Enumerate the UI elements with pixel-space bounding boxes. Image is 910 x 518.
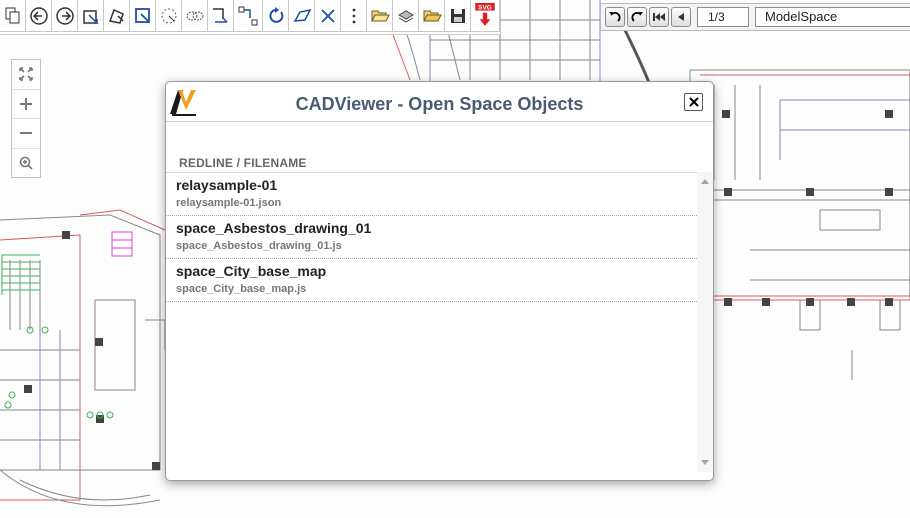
rotate-icon xyxy=(268,6,283,23)
previous-page-button[interactable] xyxy=(671,7,691,27)
list-item[interactable]: relaysample-01 relaysample-01.json xyxy=(166,173,697,216)
open-file-icon xyxy=(422,10,442,21)
zoom-extents-icon xyxy=(19,67,33,82)
item-title: space_City_base_map xyxy=(176,263,327,279)
item-title: relaysample-01 xyxy=(176,177,278,193)
circle-select-icon xyxy=(161,8,176,23)
undo-button[interactable] xyxy=(605,7,625,27)
copy-icon xyxy=(5,7,19,23)
column-header: REDLINE / FILENAME xyxy=(179,156,307,170)
back-button[interactable] xyxy=(25,0,52,32)
layout-select[interactable]: ModelSpace xyxy=(755,7,910,27)
svg-badge-text: SVG xyxy=(478,4,492,11)
page-number-field[interactable]: 1/3 xyxy=(697,7,749,27)
rotate-button[interactable] xyxy=(262,0,289,32)
zoom-window-control[interactable] xyxy=(12,149,40,178)
first-page-icon xyxy=(653,13,665,21)
eraser-button[interactable] xyxy=(288,0,315,32)
back-icon xyxy=(29,6,48,25)
scroll-down-icon[interactable] xyxy=(701,460,709,465)
redo-icon xyxy=(631,12,643,22)
layers-icon xyxy=(397,9,414,23)
clear-button[interactable] xyxy=(314,0,341,32)
list-scrollbar[interactable] xyxy=(697,172,713,472)
clear-icon xyxy=(320,8,335,23)
previous-page-icon xyxy=(678,13,684,21)
undo-icon xyxy=(609,12,621,22)
rectangle-select-icon xyxy=(212,7,228,23)
svg-download-icon: SVG xyxy=(475,2,495,26)
list-item[interactable]: space_City_base_map space_City_base_map.… xyxy=(166,259,697,302)
more-icon xyxy=(352,8,355,23)
forward-button[interactable] xyxy=(51,0,78,32)
zoom-window-icon xyxy=(134,7,150,23)
cloud-button[interactable] xyxy=(181,0,208,32)
main-toolbar: SVG xyxy=(0,0,500,35)
move-button[interactable] xyxy=(233,0,263,32)
zoom-out-control[interactable] xyxy=(12,119,40,149)
space-objects-list: relaysample-01 relaysample-01.json space… xyxy=(166,172,697,473)
zoom-in-icon xyxy=(20,97,32,110)
copy-button[interactable] xyxy=(0,0,26,32)
close-button[interactable] xyxy=(684,93,703,111)
forward-icon xyxy=(55,6,74,25)
more-button[interactable] xyxy=(340,0,367,32)
circle-select-button[interactable] xyxy=(155,0,182,32)
pan-button[interactable] xyxy=(103,0,130,32)
redo-button[interactable] xyxy=(627,7,647,27)
zoom-window-icon xyxy=(19,156,33,170)
save-button[interactable] xyxy=(444,0,471,32)
zoom-window-button[interactable] xyxy=(129,0,156,32)
eraser-icon xyxy=(293,8,311,22)
item-filename: space_City_base_map.js xyxy=(176,283,307,295)
open-folder-button[interactable] xyxy=(366,0,393,32)
zoom-controls xyxy=(11,59,41,178)
move-icon xyxy=(238,6,258,25)
zoom-in-control[interactable] xyxy=(12,90,40,119)
page-navigation-bar: 1/3 ModelSpace xyxy=(600,3,910,31)
first-page-button[interactable] xyxy=(649,7,669,27)
item-title: space_Asbestos_drawing_01 xyxy=(176,220,372,236)
zoom-extents-button[interactable] xyxy=(77,0,104,32)
title-divider xyxy=(166,121,713,122)
pan-icon xyxy=(108,8,124,24)
item-filename: relaysample-01.json xyxy=(176,197,282,209)
dialog-title: CADViewer - Open Space Objects xyxy=(295,94,584,114)
zoom-out-icon xyxy=(20,132,32,135)
zoom-extents-icon xyxy=(82,9,99,24)
cloud-icon xyxy=(186,11,203,20)
item-filename: space_Asbestos_drawing_01.js xyxy=(176,240,342,252)
layers-button[interactable] xyxy=(392,0,419,32)
open-file-button[interactable] xyxy=(418,0,445,32)
svg-download-button[interactable]: SVG xyxy=(470,0,500,32)
close-icon xyxy=(688,97,699,107)
scroll-up-icon[interactable] xyxy=(701,179,709,184)
save-icon xyxy=(450,8,465,23)
open-folder-icon xyxy=(370,10,390,21)
list-item[interactable]: space_Asbestos_drawing_01 space_Asbestos… xyxy=(166,216,697,259)
open-space-objects-dialog: CADViewer - Open Space Objects REDLINE /… xyxy=(165,81,714,481)
rectangle-select-button[interactable] xyxy=(207,0,234,32)
zoom-extents-control[interactable] xyxy=(12,60,40,90)
